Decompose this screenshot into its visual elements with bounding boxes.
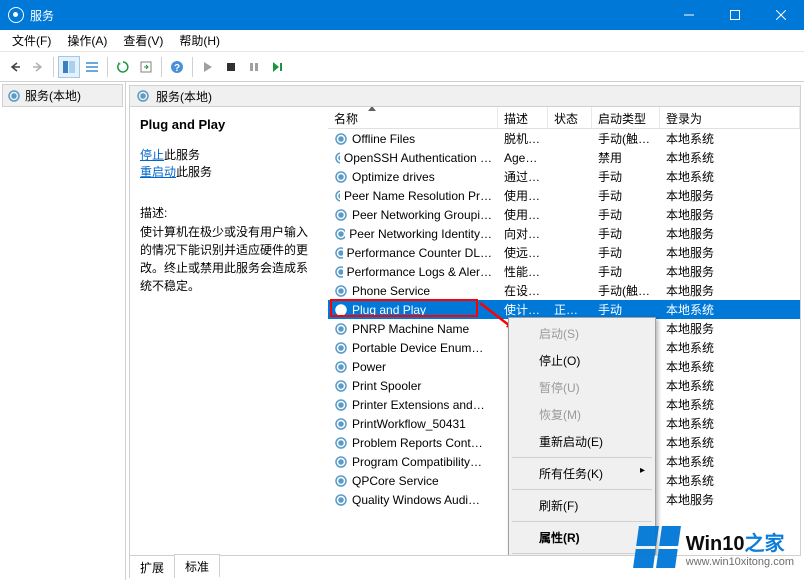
left-pane: 服务(本地) bbox=[0, 82, 126, 580]
col-desc[interactable]: 描述 bbox=[498, 107, 548, 128]
gear-icon bbox=[334, 265, 343, 279]
detail-title: Plug and Play bbox=[140, 117, 318, 132]
gear-icon bbox=[334, 493, 348, 507]
service-list: 名称 描述 状态 启动类型 登录为 Offline Files脱机…手动(触发…… bbox=[328, 107, 800, 555]
gear-icon bbox=[334, 474, 348, 488]
table-row[interactable]: Phone Service在设…手动(触发…本地服务 bbox=[328, 281, 800, 300]
desc-label: 描述: bbox=[140, 204, 318, 221]
svg-text:?: ? bbox=[174, 63, 180, 74]
table-row[interactable]: Optimize drives通过…手动本地系统 bbox=[328, 167, 800, 186]
forward-button[interactable] bbox=[27, 56, 49, 78]
col-name[interactable]: 名称 bbox=[328, 107, 498, 128]
window-title: 服务 bbox=[30, 7, 54, 24]
context-menu: 启动(S) 停止(O) 暂停(U) 恢复(M) 重新启动(E) 所有任务(K) … bbox=[508, 317, 656, 556]
tree-node-label: 服务(本地) bbox=[25, 87, 81, 104]
refresh-button[interactable] bbox=[112, 56, 134, 78]
titlebar: 服务 bbox=[0, 0, 804, 30]
gear-icon bbox=[334, 189, 340, 203]
table-row[interactable]: Performance Logs & Aler…性能…手动本地服务 bbox=[328, 262, 800, 281]
gear-icon bbox=[334, 417, 348, 431]
ctx-resume[interactable]: 恢复(M) bbox=[511, 401, 653, 428]
toolbar: ? bbox=[0, 52, 804, 82]
table-row[interactable]: OpenSSH Authentication …Age…禁用本地系统 bbox=[328, 148, 800, 167]
tabs: 扩展 标准 bbox=[129, 555, 801, 577]
detail-view-button[interactable] bbox=[58, 56, 80, 78]
gear-icon bbox=[334, 151, 340, 165]
menu-help[interactable]: 帮助(H) bbox=[171, 30, 228, 51]
desc-text: 使计算机在极少或没有用户输入的情况下能识别并适应硬件的更改。终止或禁用此服务会造… bbox=[140, 223, 318, 295]
gear-icon bbox=[334, 246, 343, 260]
ctx-refresh[interactable]: 刷新(F) bbox=[511, 492, 653, 519]
restart-link[interactable]: 重启动 bbox=[140, 165, 176, 179]
pause-button[interactable] bbox=[243, 56, 265, 78]
table-row[interactable]: Performance Counter DL…使远…手动本地服务 bbox=[328, 243, 800, 262]
gear-icon bbox=[334, 360, 348, 374]
tree-node-services[interactable]: 服务(本地) bbox=[2, 84, 123, 107]
restart-button[interactable] bbox=[266, 56, 288, 78]
maximize-button[interactable] bbox=[712, 0, 758, 30]
ctx-props[interactable]: 属性(R) bbox=[511, 524, 653, 551]
col-status[interactable]: 状态 bbox=[548, 107, 592, 128]
minimize-button[interactable] bbox=[666, 0, 712, 30]
gear-icon bbox=[334, 303, 348, 317]
table-row[interactable]: Peer Networking Identity…向对…手动本地服务 bbox=[328, 224, 800, 243]
gear-icon bbox=[334, 170, 348, 184]
gear-icon bbox=[136, 89, 150, 103]
list-view-button[interactable] bbox=[81, 56, 103, 78]
export-button[interactable] bbox=[135, 56, 157, 78]
close-button[interactable] bbox=[758, 0, 804, 30]
gear-icon bbox=[334, 341, 348, 355]
menubar: 文件(F) 操作(A) 查看(V) 帮助(H) bbox=[0, 30, 804, 52]
menu-action[interactable]: 操作(A) bbox=[59, 30, 115, 51]
tab-standard[interactable]: 标准 bbox=[174, 554, 220, 577]
gear-icon bbox=[334, 398, 348, 412]
gear-icon bbox=[334, 379, 348, 393]
stop-button[interactable] bbox=[220, 56, 242, 78]
back-button[interactable] bbox=[4, 56, 26, 78]
table-row[interactable]: Peer Networking Groupi…使用…手动本地服务 bbox=[328, 205, 800, 224]
app-icon bbox=[8, 7, 24, 23]
menu-view[interactable]: 查看(V) bbox=[115, 30, 171, 51]
column-header: 名称 描述 状态 启动类型 登录为 bbox=[328, 107, 800, 129]
table-row[interactable]: Offline Files脱机…手动(触发…本地系统 bbox=[328, 129, 800, 148]
gear-icon bbox=[334, 208, 348, 222]
ctx-start[interactable]: 启动(S) bbox=[511, 320, 653, 347]
ctx-stop[interactable]: 停止(O) bbox=[511, 347, 653, 374]
tab-extended[interactable]: 扩展 bbox=[129, 555, 175, 578]
ctx-pause[interactable]: 暂停(U) bbox=[511, 374, 653, 401]
right-header: 服务(本地) bbox=[129, 85, 801, 107]
gear-icon bbox=[334, 227, 345, 241]
ctx-restart[interactable]: 重新启动(E) bbox=[511, 428, 653, 455]
right-header-label: 服务(本地) bbox=[156, 88, 212, 105]
table-row[interactable]: Peer Name Resolution Pr…使用…手动本地服务 bbox=[328, 186, 800, 205]
col-logon[interactable]: 登录为 bbox=[660, 107, 800, 128]
ctx-alltasks[interactable]: 所有任务(K) bbox=[511, 460, 653, 487]
col-start[interactable]: 启动类型 bbox=[592, 107, 660, 128]
help-button[interactable]: ? bbox=[166, 56, 188, 78]
gear-icon bbox=[7, 89, 21, 103]
gear-icon bbox=[334, 322, 348, 336]
play-button[interactable] bbox=[197, 56, 219, 78]
right-pane: 服务(本地) Plug and Play 停止此服务 重启动此服务 描述: 使计… bbox=[126, 82, 804, 580]
detail-pane: Plug and Play 停止此服务 重启动此服务 描述: 使计算机在极少或没… bbox=[130, 107, 328, 555]
gear-icon bbox=[334, 455, 348, 469]
menu-file[interactable]: 文件(F) bbox=[4, 30, 59, 51]
main: 服务(本地) 服务(本地) Plug and Play 停止此服务 重启动此服务… bbox=[0, 82, 804, 580]
gear-icon bbox=[334, 132, 348, 146]
gear-icon bbox=[334, 436, 348, 450]
gear-icon bbox=[334, 284, 348, 298]
stop-link[interactable]: 停止 bbox=[140, 148, 164, 162]
